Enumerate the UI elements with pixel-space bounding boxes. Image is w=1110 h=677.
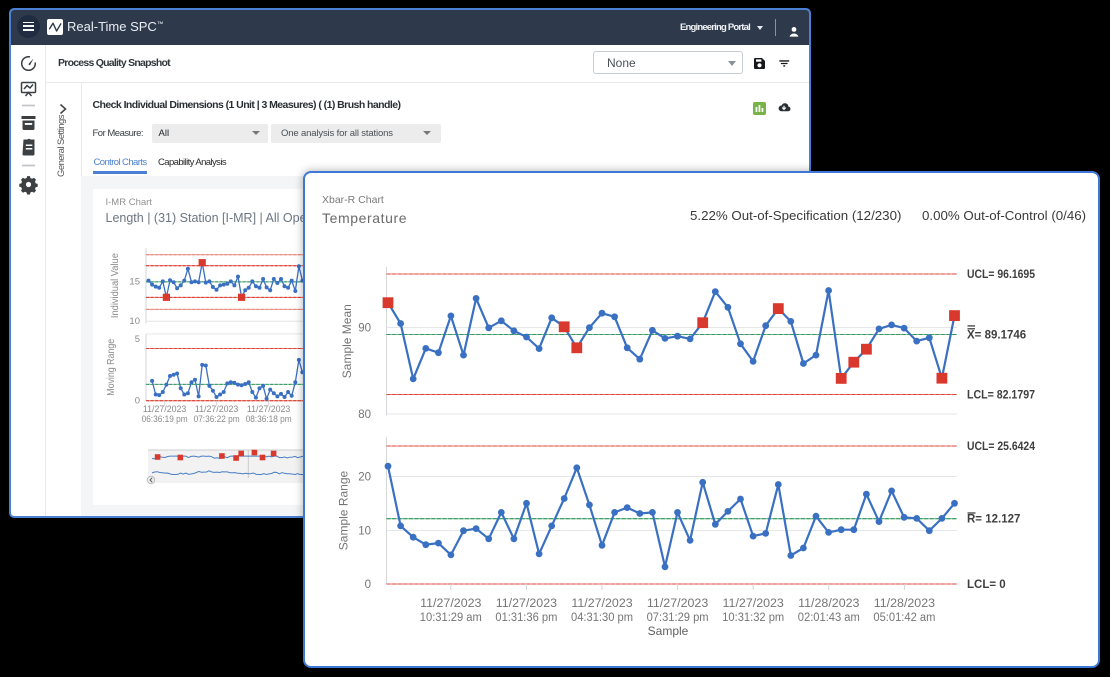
- svg-text:11/27/2023: 11/27/2023: [647, 598, 708, 610]
- svg-text:02:01:43 am: 02:01:43 am: [798, 612, 860, 624]
- svg-text:LCL= 82.1797: LCL= 82.1797: [967, 390, 1035, 402]
- svg-text:04:31:30 pm: 04:31:30 pm: [571, 612, 633, 624]
- svg-text:Moving Range: Moving Range: [106, 338, 117, 395]
- svg-text:07:31:29 pm: 07:31:29 pm: [647, 612, 709, 624]
- svg-text:07:36:22 pm: 07:36:22 pm: [194, 414, 240, 424]
- svg-text:11/28/2023: 11/28/2023: [798, 598, 859, 610]
- svg-text:11/27/2023: 11/27/2023: [571, 598, 632, 610]
- svg-text:80: 80: [358, 409, 371, 421]
- svg-text:0: 0: [365, 579, 371, 591]
- svg-text:10: 10: [129, 316, 140, 327]
- svg-text:Sample: Sample: [648, 624, 689, 638]
- svg-text:X= 89.1746: X= 89.1746: [967, 330, 1026, 342]
- svg-text:11/27/2023: 11/27/2023: [247, 404, 291, 414]
- svg-text:UCL= 25.6424: UCL= 25.6424: [967, 441, 1036, 453]
- svg-text:10:31:32 pm: 10:31:32 pm: [722, 612, 784, 624]
- svg-text:90: 90: [358, 323, 371, 335]
- svg-text:10:31:29 am: 10:31:29 am: [420, 612, 482, 624]
- svg-text:05:01:42 am: 05:01:42 am: [873, 612, 935, 624]
- svg-text:11/27/2023: 11/27/2023: [420, 598, 481, 610]
- svg-text:11/27/2023: 11/27/2023: [143, 404, 187, 414]
- svg-text:20: 20: [358, 472, 371, 484]
- svg-text:Sample Mean: Sample Mean: [340, 304, 354, 378]
- svg-text:5: 5: [135, 334, 140, 345]
- svg-text:LCL= 0: LCL= 0: [967, 579, 1006, 591]
- svg-text:R= 12.127: R= 12.127: [967, 514, 1020, 526]
- svg-text:08:36:18 pm: 08:36:18 pm: [246, 414, 292, 424]
- svg-text:11/27/2023: 11/27/2023: [496, 598, 557, 610]
- svg-text:11/27/2023: 11/27/2023: [723, 598, 784, 610]
- svg-text:11/27/2023: 11/27/2023: [195, 404, 239, 414]
- svg-text:Individual Value: Individual Value: [110, 253, 121, 318]
- svg-text:11/28/2023: 11/28/2023: [874, 598, 935, 610]
- svg-text:15: 15: [129, 276, 140, 287]
- svg-text:0: 0: [135, 396, 140, 407]
- svg-text:01:31:36 pm: 01:31:36 pm: [495, 612, 557, 624]
- svg-text:06:36:19 pm: 06:36:19 pm: [142, 414, 188, 424]
- svg-text:Sample Range: Sample Range: [337, 470, 351, 550]
- svg-text:10: 10: [358, 526, 371, 538]
- svg-text:UCL= 96.1695: UCL= 96.1695: [967, 269, 1036, 281]
